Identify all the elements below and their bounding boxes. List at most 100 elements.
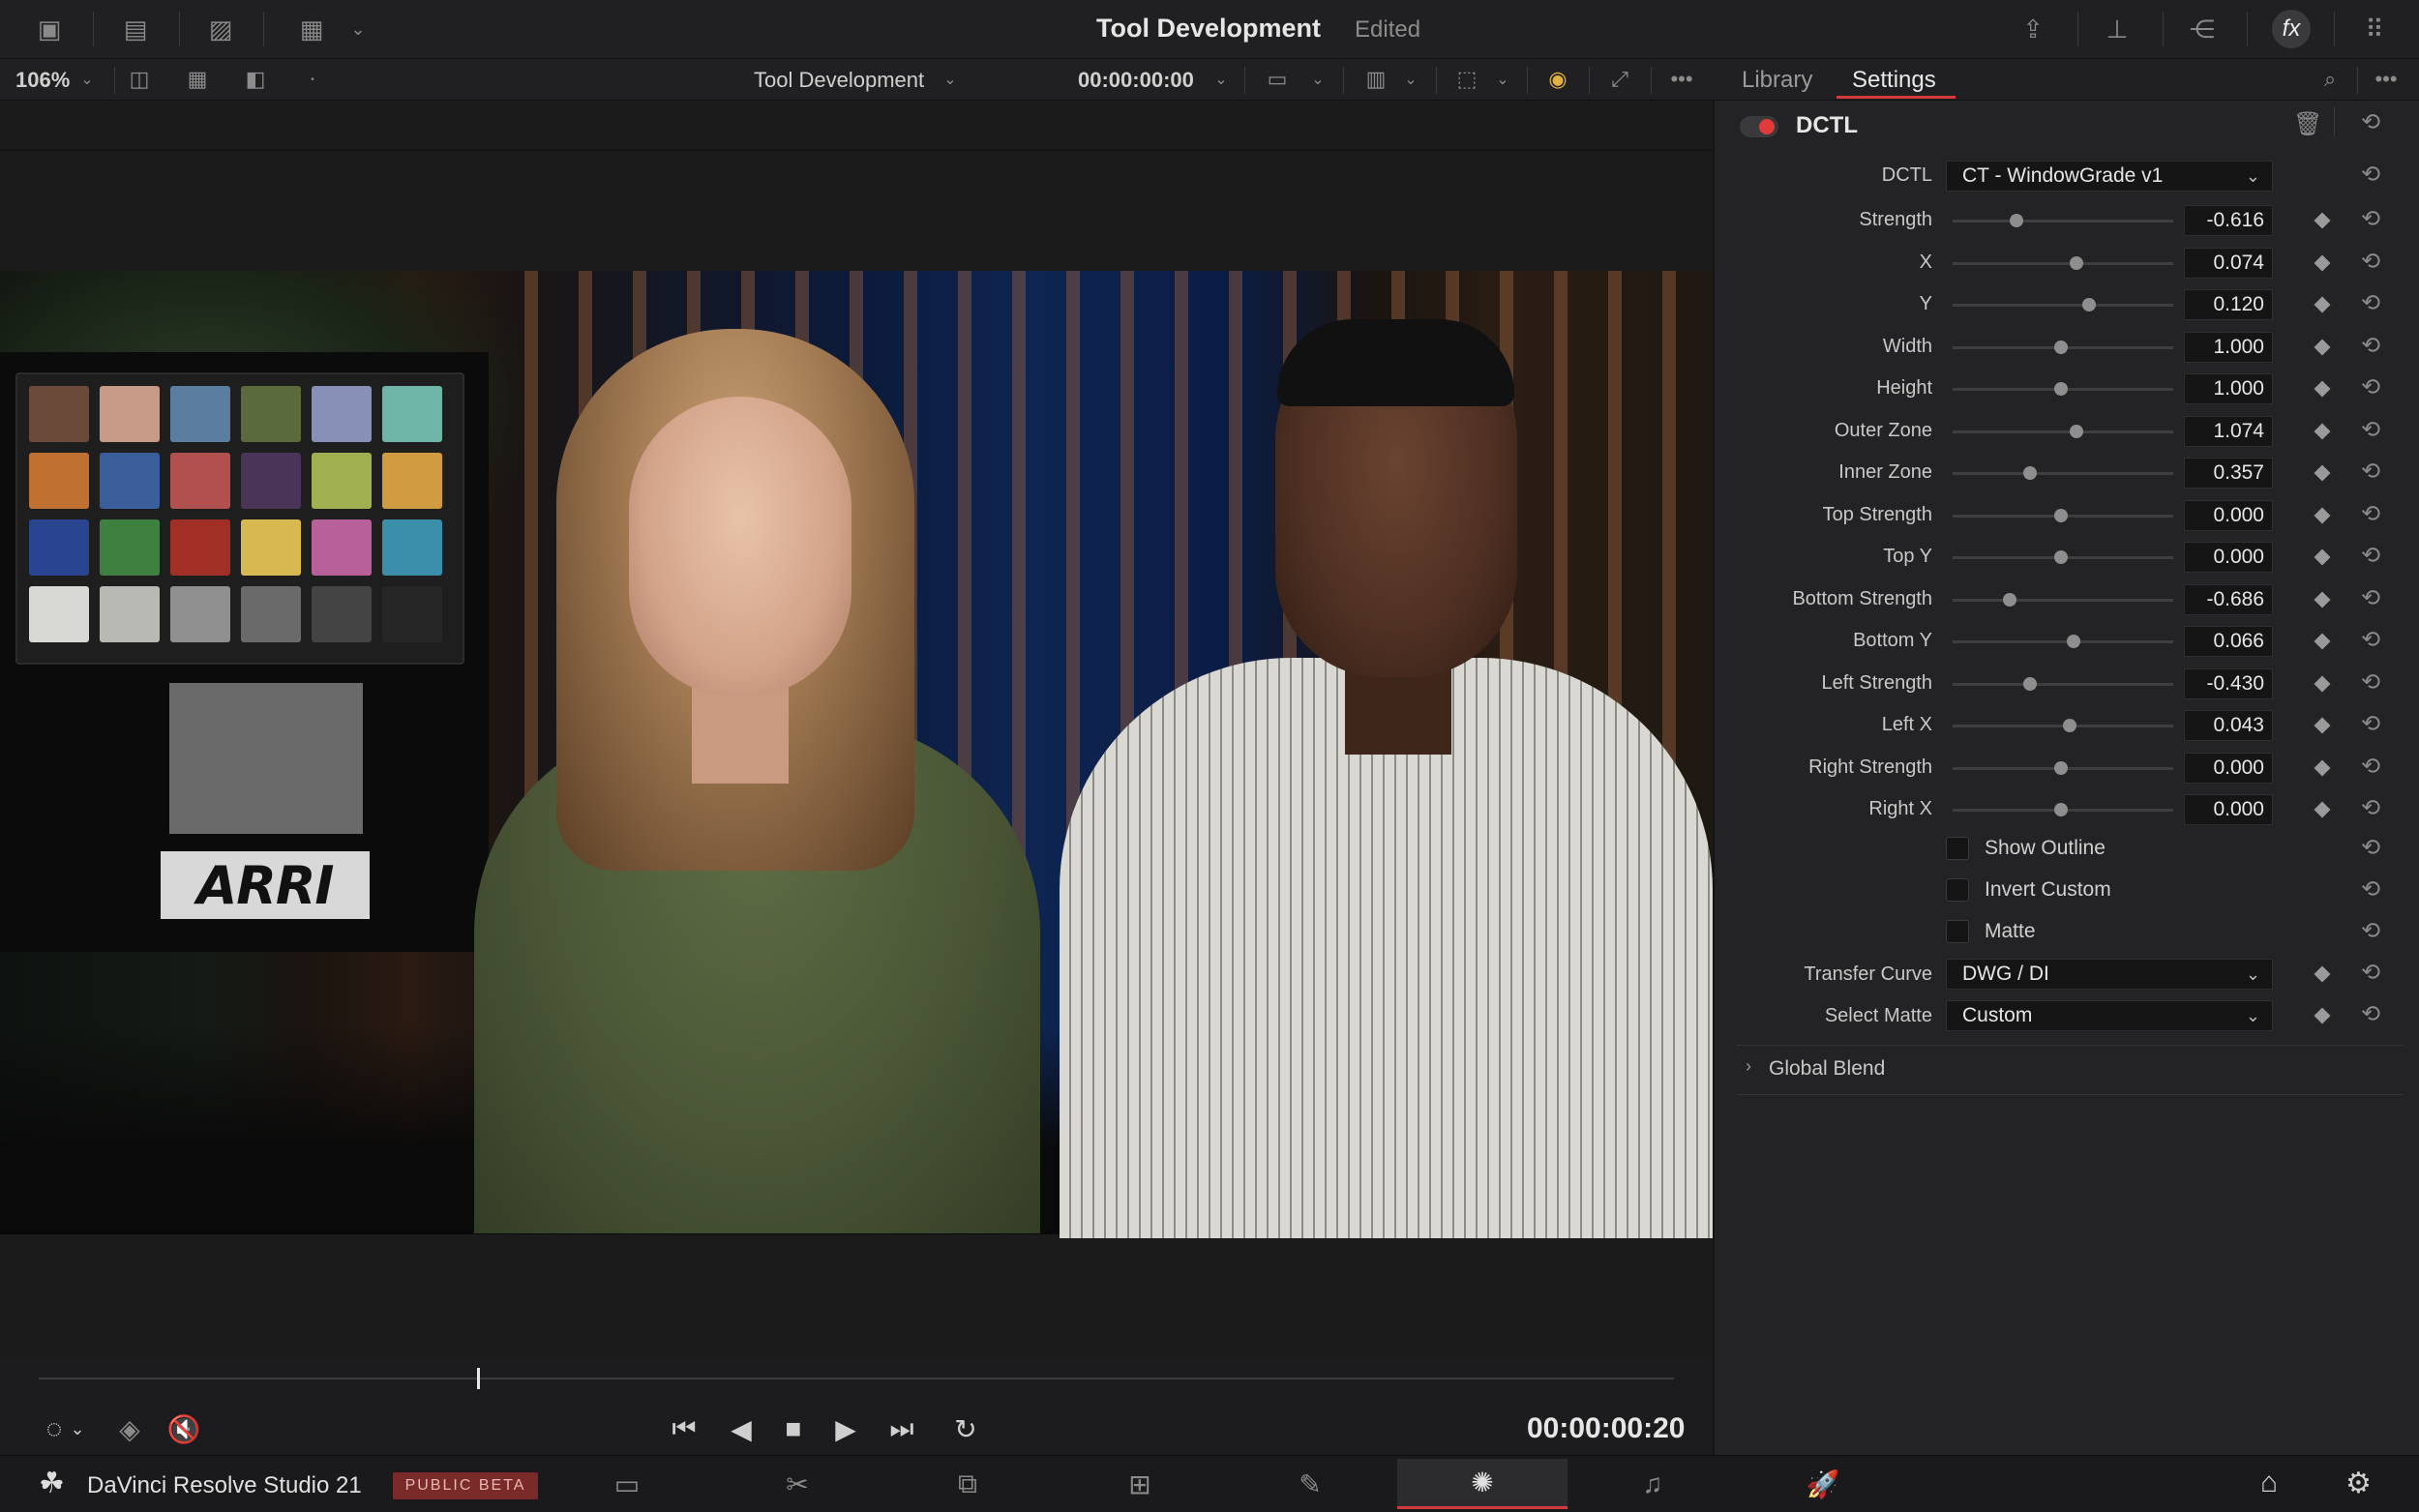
top-y-slider-thumb[interactable] <box>2054 550 2068 564</box>
media-pool-icon[interactable]: ▣ <box>32 14 67 44</box>
select-matte-select[interactable]: Custom ⌄ <box>1946 1000 2273 1031</box>
dctl-select[interactable]: CT - WindowGrade v1 ⌄ <box>1946 161 2273 192</box>
x-slider[interactable] <box>1953 262 2173 265</box>
stop-icon[interactable]: ■ <box>772 1410 815 1447</box>
fusion-page-icon[interactable]: ⊞ <box>1055 1459 1225 1509</box>
right-x-slider-thumb[interactable] <box>2054 803 2068 816</box>
color-wheel-icon[interactable]: ◉ <box>1540 65 1575 94</box>
home-icon[interactable]: ⌂ <box>2260 1467 2278 1499</box>
left-x-value[interactable]: 0.043 <box>2184 710 2273 741</box>
left-strength-slider[interactable] <box>1953 683 2173 686</box>
reset-icon[interactable]: ⟲ <box>2361 834 2380 862</box>
top-strength-slider-thumb[interactable] <box>2054 509 2068 522</box>
timeline-name[interactable]: Tool Development <box>754 68 924 93</box>
window-tool-icon[interactable]: ⬚ <box>1448 65 1486 94</box>
tab-library[interactable]: Library <box>1742 67 1812 94</box>
reset-icon[interactable]: ⟲ <box>2361 458 2380 486</box>
reset-icon[interactable]: ⟲ <box>2361 875 2380 904</box>
reset-icon[interactable]: ⟲ <box>2361 668 2380 697</box>
bottom-y-slider-thumb[interactable] <box>2067 635 2080 648</box>
chevron-down-icon[interactable]: ⌄ <box>1491 65 1514 94</box>
right-strength-value[interactable]: 0.000 <box>2184 753 2273 784</box>
chevron-down-icon[interactable]: ⌄ <box>1210 65 1233 94</box>
loop-icon[interactable]: ↻ <box>944 1410 987 1447</box>
effects-fx-icon[interactable]: fx <box>2272 10 2311 48</box>
scrubber-bar[interactable] <box>39 1378 1674 1379</box>
width-value[interactable]: 1.000 <box>2184 332 2273 363</box>
bottom-strength-slider[interactable] <box>1953 599 2173 602</box>
top-strength-value[interactable]: 0.000 <box>2184 500 2273 531</box>
height-value[interactable]: 1.000 <box>2184 373 2273 404</box>
right-x-value[interactable]: 0.000 <box>2184 794 2273 825</box>
x-value[interactable]: 0.074 <box>2184 248 2273 279</box>
hq-quality-icon[interactable]: ▥ <box>1357 65 1395 94</box>
chevron-down-icon[interactable]: ⌄ <box>939 65 962 94</box>
reset-all-icon[interactable]: ⟲ <box>2361 108 2380 136</box>
chevron-down-icon[interactable]: ⌄ <box>1399 65 1422 94</box>
chevron-right-icon[interactable]: › <box>1746 1056 1751 1077</box>
reset-icon[interactable]: ⟲ <box>2361 500 2380 528</box>
cut-page-icon[interactable]: ✂ <box>712 1459 882 1509</box>
reset-icon[interactable]: ⟲ <box>2361 248 2380 276</box>
inner-zone-value[interactable]: 0.357 <box>2184 458 2273 489</box>
outer-zone-slider[interactable] <box>1953 430 2173 433</box>
strength-slider[interactable] <box>1953 220 2173 222</box>
reset-icon[interactable]: ⟲ <box>2361 794 2380 822</box>
outer-zone-slider-thumb[interactable] <box>2070 425 2083 438</box>
lut-icon[interactable]: ▦ <box>286 14 337 44</box>
safe-area-icon[interactable]: ▭ <box>1260 65 1295 94</box>
reset-icon[interactable]: ⟲ <box>2361 205 2380 233</box>
reset-icon[interactable]: ⟲ <box>2361 1000 2380 1028</box>
reset-icon[interactable]: ⟲ <box>2361 416 2380 444</box>
reverse-play-icon[interactable]: ◀ <box>720 1410 762 1447</box>
reset-icon[interactable]: ⟲ <box>2361 542 2380 570</box>
global-blend-section[interactable]: Global Blend <box>1769 1057 1885 1081</box>
fairlight-page-icon[interactable]: ✎ <box>1225 1459 1395 1509</box>
color-page-icon[interactable]: ✺ <box>1397 1459 1568 1509</box>
reset-icon[interactable]: ⟲ <box>2361 332 2380 360</box>
bottom-strength-slider-thumb[interactable] <box>2003 593 2016 607</box>
x-slider-thumb[interactable] <box>2070 256 2083 270</box>
inner-zone-slider-thumb[interactable] <box>2023 466 2037 480</box>
reset-icon[interactable]: ⟲ <box>2361 289 2380 317</box>
go-to-start-icon[interactable]: ⏮ <box>663 1410 705 1447</box>
chevron-down-icon[interactable]: ⌄ <box>1306 65 1329 94</box>
viewer-timecode[interactable]: 00:00:00:00 <box>1078 68 1194 93</box>
bottom-y-slider[interactable] <box>1953 640 2173 643</box>
reset-icon[interactable]: ⟲ <box>2361 917 2380 945</box>
reset-icon[interactable]: ⟲ <box>2361 584 2380 612</box>
outer-zone-value[interactable]: 1.074 <box>2184 416 2273 447</box>
bottom-strength-value[interactable]: -0.686 <box>2184 584 2273 615</box>
reset-icon[interactable]: ⟲ <box>2361 710 2380 738</box>
search-icon[interactable]: ⌕ <box>2313 65 2347 94</box>
playhead[interactable] <box>477 1368 480 1389</box>
gallery-icon[interactable]: ▨ <box>203 14 238 44</box>
deliver-page-icon[interactable]: 🚀 <box>1738 1459 1908 1509</box>
bottom-y-value[interactable]: 0.066 <box>2184 626 2273 657</box>
more-options-icon[interactable]: ••• <box>1662 65 1701 94</box>
chevron-down-icon[interactable]: ⌄ <box>75 65 99 94</box>
show-outline-checkbox[interactable] <box>1946 837 1969 860</box>
node-editor-icon[interactable]: ⋲ <box>2185 14 2220 44</box>
reset-icon[interactable]: ⟲ <box>2361 626 2380 654</box>
reset-icon[interactable]: ⟲ <box>2361 373 2380 401</box>
tab-settings[interactable]: Settings <box>1852 67 1936 94</box>
y-slider-thumb[interactable] <box>2082 298 2096 311</box>
go-to-end-icon[interactable]: ⏭ <box>881 1410 923 1447</box>
strength-value[interactable]: -0.616 <box>2184 205 2273 236</box>
clips-icon[interactable]: ▤ <box>118 14 153 44</box>
width-slider-thumb[interactable] <box>2054 341 2068 354</box>
layers-icon[interactable]: ◈ <box>108 1410 151 1447</box>
chevron-down-icon[interactable]: ⌄ <box>341 14 375 44</box>
matte-checkbox[interactable] <box>1946 920 1969 943</box>
zoom-level[interactable]: 106% <box>15 68 70 93</box>
more-options-icon[interactable]: ••• <box>2367 65 2405 94</box>
reset-icon[interactable]: ⟲ <box>2361 753 2380 781</box>
share-icon[interactable]: ⇪ <box>2016 14 2050 44</box>
reset-icon[interactable]: ⟲ <box>2361 161 2380 189</box>
single-viewer-icon[interactable]: ◫ <box>122 65 157 94</box>
settings-gear-icon[interactable]: ⚙ <box>2345 1467 2372 1500</box>
fullscreen-icon[interactable]: ⤢ <box>1602 65 1637 94</box>
y-slider[interactable] <box>1953 304 2173 307</box>
mute-icon[interactable]: 🔇 <box>163 1410 205 1447</box>
